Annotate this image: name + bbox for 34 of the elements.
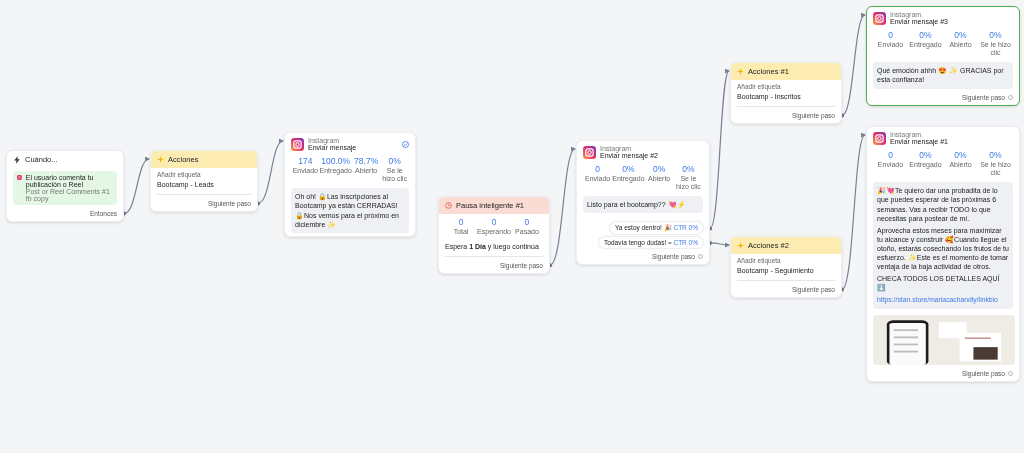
sparkle-icon (737, 68, 744, 75)
stat-value: 0 (491, 217, 497, 227)
sparkle-icon (737, 242, 744, 249)
stat-value: 0 (888, 150, 893, 160)
instagram-icon (873, 131, 886, 145)
instagram-icon (583, 145, 596, 159)
stat-value: 0% (919, 150, 932, 160)
stat-value: 0% (989, 30, 1002, 40)
stat-value: 0% (622, 164, 635, 174)
stat-value: 100.0% (321, 156, 351, 166)
port-icon (698, 254, 703, 260)
sparkle-icon (157, 156, 164, 163)
stat-value: 78.7% (354, 156, 379, 166)
port-icon (1008, 94, 1013, 100)
stat-value: 0 (595, 164, 600, 174)
instagram-icon (17, 174, 22, 181)
stat-value: 0% (989, 150, 1002, 160)
instagram-icon (873, 11, 886, 25)
stat-value: 0% (653, 164, 666, 174)
stat-value: 0 (458, 217, 464, 227)
connector-line (256, 140, 284, 206)
instagram-icon (291, 137, 304, 151)
stat-value: 174 (298, 156, 313, 166)
clock-icon (445, 202, 452, 209)
port-icon (1008, 371, 1013, 377)
stat-value: 0 (888, 30, 893, 40)
stat-value: 0% (954, 150, 967, 160)
lightning-icon (13, 155, 21, 164)
stat-value: 0% (388, 156, 401, 166)
stat-value: 0% (682, 164, 695, 174)
stat-value: 0% (954, 30, 967, 40)
stat-value: 0 (524, 217, 530, 227)
flow-node-card[interactable] (866, 126, 1020, 383)
stat-value: 0% (919, 30, 932, 40)
